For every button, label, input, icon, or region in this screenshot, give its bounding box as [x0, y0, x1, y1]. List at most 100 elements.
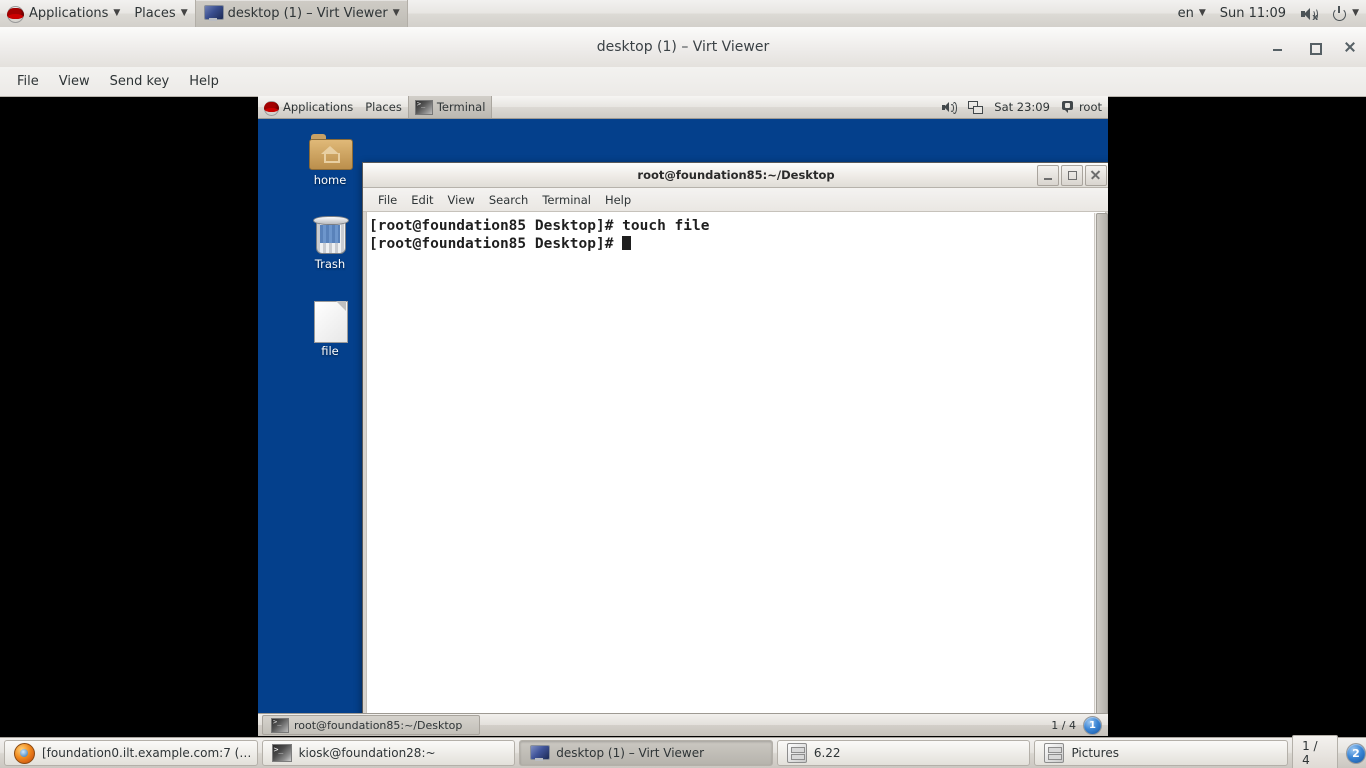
- desktop-icon-file-label: file: [321, 344, 339, 358]
- maximize-button[interactable]: [1306, 39, 1322, 55]
- terminal-line-2: [root@foundation85 Desktop]#: [369, 236, 623, 252]
- terminal-scrollbar[interactable]: [1094, 213, 1108, 736]
- terminal-menu-terminal[interactable]: Terminal: [535, 190, 598, 210]
- terminal-title: root@foundation85:~/Desktop: [637, 168, 835, 182]
- vm-viewport[interactable]: Applications Places Terminal Sat: [258, 96, 1108, 736]
- vm-workspace-switcher[interactable]: 1 / 4 1: [1051, 715, 1108, 735]
- terminal-maximize-button[interactable]: [1061, 165, 1083, 186]
- terminal-window[interactable]: root@foundation85:~/Desktop File Edit Vi…: [362, 162, 1108, 736]
- home-folder-icon: [309, 134, 353, 170]
- applications-menu[interactable]: Applications ▼: [0, 0, 127, 27]
- host-workspace-switcher[interactable]: 1 / 4 2: [1292, 735, 1366, 768]
- vm-user-menu[interactable]: root: [1056, 96, 1108, 118]
- host-top-panel: Applications ▼ Places ▼ desktop (1) – Vi…: [0, 0, 1366, 28]
- taskbar-item-label: desktop (1) – Virt Viewer: [556, 746, 705, 760]
- vm-volume-button[interactable]: [936, 96, 962, 118]
- vm-window-menu[interactable]: Terminal: [407, 96, 493, 118]
- network-icon: [968, 101, 984, 114]
- vm-taskbar: root@foundation85:~/Desktop 1 / 4 1: [258, 713, 1108, 736]
- terminal-menu-edit[interactable]: Edit: [404, 190, 440, 210]
- host-workspace-badge[interactable]: 2: [1345, 742, 1366, 764]
- terminal-close-button[interactable]: [1085, 165, 1107, 186]
- terminal-menu-view[interactable]: View: [441, 190, 482, 210]
- terminal-menu-file[interactable]: File: [371, 190, 404, 210]
- volume-muted-icon: x: [1300, 6, 1319, 22]
- keyboard-layout-indicator[interactable]: en ▼: [1171, 0, 1213, 27]
- terminal-cursor: [622, 236, 632, 250]
- taskbar-item-622[interactable]: 6.22: [776, 740, 1031, 766]
- desktop-icon-file[interactable]: file: [294, 301, 366, 358]
- terminal-line-1: [root@foundation85 Desktop]# touch file: [369, 218, 710, 234]
- host-taskbar: [foundation0.ilt.example.com:7 (… kiosk@…: [0, 735, 1366, 768]
- desktop-icon-home[interactable]: home: [294, 134, 366, 187]
- vm-workspace-label: 1 / 4: [1051, 718, 1076, 732]
- virt-viewer-titlebar: desktop (1) – Virt Viewer: [0, 27, 1366, 68]
- menu-send-key[interactable]: Send key: [101, 70, 179, 93]
- vm-applications-menu[interactable]: Applications: [258, 96, 359, 118]
- close-button[interactable]: [1342, 39, 1358, 55]
- vm-network-button[interactable]: [962, 96, 988, 118]
- taskbar-item-pictures[interactable]: Pictures: [1034, 740, 1289, 766]
- system-menu-button[interactable]: ▼: [1325, 0, 1366, 27]
- virt-viewer-menubar: File View Send key Help: [0, 67, 1366, 97]
- terminal-icon: [271, 717, 289, 733]
- terminal-menu-help[interactable]: Help: [598, 190, 638, 210]
- vm-taskbar-item-label: root@foundation85:~/Desktop: [294, 718, 463, 732]
- archive-icon: [1044, 743, 1065, 763]
- terminal-minimize-button[interactable]: [1037, 165, 1059, 186]
- firefox-icon: [14, 742, 35, 764]
- vm-taskbar-item-terminal[interactable]: root@foundation85:~/Desktop: [262, 715, 480, 735]
- chevron-down-icon: ▼: [113, 8, 121, 18]
- clock-label: Sun 11:09: [1219, 6, 1287, 21]
- chevron-down-icon: ▼: [1352, 8, 1359, 18]
- desktop-icon-home-label: home: [313, 173, 347, 187]
- taskbar-item-firefox[interactable]: [foundation0.ilt.example.com:7 (…: [4, 740, 258, 766]
- taskbar-item-label: Pictures: [1071, 746, 1119, 760]
- menu-help[interactable]: Help: [180, 70, 228, 93]
- vm-window-menu-label: Terminal: [436, 100, 486, 114]
- minimize-button[interactable]: [1270, 39, 1286, 55]
- taskbar-item-kiosk-terminal[interactable]: kiosk@foundation28:~: [261, 740, 516, 766]
- keyboard-layout-label: en: [1177, 6, 1194, 21]
- terminal-icon: [271, 744, 292, 762]
- virt-viewer-window-controls: [1270, 27, 1358, 67]
- desktop-icon-trash[interactable]: Trash: [294, 216, 366, 271]
- document-icon: [314, 301, 348, 343]
- terminal-titlebar: root@foundation85:~/Desktop: [363, 163, 1108, 188]
- vm-workspace-badge[interactable]: 1: [1083, 715, 1102, 735]
- virt-viewer-title: desktop (1) – Virt Viewer: [596, 39, 770, 55]
- places-menu[interactable]: Places ▼: [127, 0, 194, 27]
- host-window-menu[interactable]: desktop (1) – Virt Viewer ▼: [194, 0, 408, 27]
- chevron-down-icon: ▼: [180, 8, 188, 18]
- terminal-prompt-line: [root@foundation85 Desktop]#: [367, 235, 1105, 253]
- menu-file[interactable]: File: [8, 70, 48, 93]
- terminal-menu-search[interactable]: Search: [482, 190, 536, 210]
- volume-button[interactable]: x: [1293, 0, 1325, 27]
- vm-applications-label: Applications: [283, 100, 354, 114]
- taskbar-item-label: kiosk@foundation28:~: [298, 746, 436, 760]
- vm-user-label: root: [1078, 100, 1102, 114]
- redhat-logo-icon: [7, 5, 24, 23]
- monitor-icon: [529, 744, 551, 762]
- vm-top-panel: Applications Places Terminal Sat: [258, 96, 1108, 119]
- places-menu-label: Places: [134, 6, 176, 21]
- screen: Applications ▼ Places ▼ desktop (1) – Vi…: [0, 0, 1366, 768]
- power-icon: [1332, 6, 1347, 21]
- redhat-logo-icon: [264, 100, 279, 116]
- vm-clock[interactable]: Sat 23:09: [988, 96, 1056, 118]
- chevron-down-icon: ▼: [392, 8, 400, 18]
- vm-places-menu[interactable]: Places: [359, 96, 408, 118]
- volume-icon: [942, 101, 958, 114]
- clock[interactable]: Sun 11:09: [1213, 0, 1293, 27]
- vm-clock-label: Sat 23:09: [994, 100, 1050, 114]
- menu-view[interactable]: View: [50, 70, 99, 93]
- terminal-window-controls: [1037, 165, 1107, 186]
- taskbar-item-label: 6.22: [813, 746, 841, 760]
- chevron-down-icon: ▼: [1198, 8, 1206, 18]
- applications-menu-label: Applications: [29, 6, 109, 21]
- host-workspace-label: 1 / 4: [1292, 735, 1338, 768]
- terminal-scrollbar-thumb[interactable]: [1096, 213, 1108, 736]
- taskbar-item-virt-viewer[interactable]: desktop (1) – Virt Viewer: [519, 740, 773, 766]
- desktop-icon-trash-label: Trash: [314, 257, 346, 271]
- terminal-output-area[interactable]: [root@foundation85 Desktop]# touch file …: [366, 211, 1106, 736]
